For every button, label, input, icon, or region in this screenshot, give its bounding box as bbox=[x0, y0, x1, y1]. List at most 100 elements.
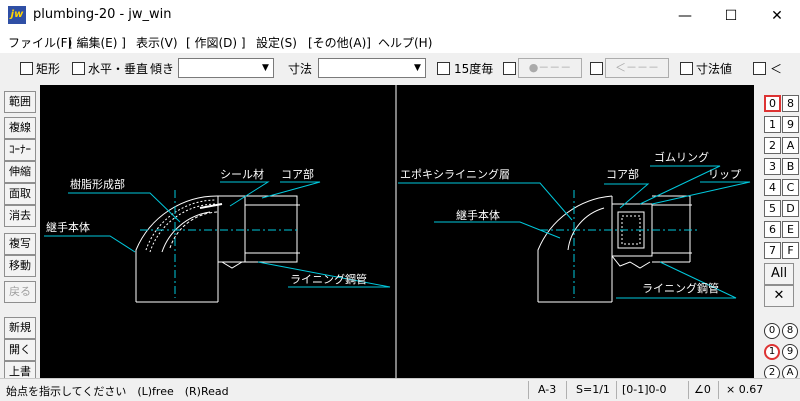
layer-f[interactable]: F bbox=[782, 242, 799, 259]
maximize-icon: ☐ bbox=[724, 7, 738, 24]
label-rubber: ゴムリング bbox=[654, 150, 709, 164]
tool-open[interactable]: 開く bbox=[4, 339, 36, 361]
arrow-checkbox[interactable] bbox=[590, 62, 603, 75]
status-bar: 始点を指示してください (L)free (R)Read A-3 S=1/1 [0… bbox=[0, 378, 800, 401]
layer-9[interactable]: 9 bbox=[782, 116, 799, 133]
menu-view[interactable]: 表示(V) bbox=[136, 34, 178, 51]
minimize-icon: — bbox=[678, 7, 692, 24]
label-epoxy: エポキシライニング層 bbox=[400, 167, 510, 181]
deg15-label: 15度毎 bbox=[454, 62, 494, 76]
label-resin: 樹脂形成部 bbox=[70, 177, 125, 191]
label-seal: シール材 bbox=[220, 167, 264, 181]
status-scale[interactable]: S=1/1 bbox=[576, 383, 610, 396]
layer-3[interactable]: 3 bbox=[764, 158, 781, 175]
tool-new[interactable]: 新規 bbox=[4, 317, 36, 339]
deg15-checkbox[interactable] bbox=[437, 62, 450, 75]
tool-move[interactable]: 移動 bbox=[4, 255, 36, 277]
status-layer[interactable]: [0-1]0-0 bbox=[622, 383, 667, 396]
cad-drawing: 樹脂形成部 シール材 コア部 継手本体 ライニング鋼管 エポキシライニング層 ゴ… bbox=[44, 85, 751, 378]
left-tool-palette: 範囲 複線 ｺｰﾅｰ 伸縮 面取 消去 複写 移動 戻る 新規 開く 上書 bbox=[0, 85, 38, 383]
lt-label: ＜ bbox=[770, 62, 783, 76]
tool-range[interactable]: 範囲 bbox=[4, 91, 36, 113]
chevron-down-icon: ▼ bbox=[414, 63, 421, 73]
title-bar: jw plumbing-20 - jw_win — ☐ ✕ bbox=[0, 0, 800, 31]
status-paper[interactable]: A-3 bbox=[538, 383, 556, 396]
tool-corner[interactable]: ｺｰﾅｰ bbox=[4, 139, 36, 161]
group-0[interactable]: 0 bbox=[764, 323, 780, 339]
group-8[interactable]: 8 bbox=[782, 323, 798, 339]
group-9[interactable]: 9 bbox=[782, 344, 798, 360]
menu-bar: ファイル(F) [ 編集(E) ] 表示(V) [ 作図(D) ] 設定(S) … bbox=[0, 31, 800, 53]
tool-chamfer[interactable]: 面取 bbox=[4, 183, 36, 205]
close-icon: ✕ bbox=[771, 7, 783, 24]
menu-file[interactable]: ファイル(F) bbox=[8, 34, 72, 51]
layer-b[interactable]: B bbox=[782, 158, 799, 175]
status-separator bbox=[616, 381, 617, 399]
label-pipe-left: ライニング鋼管 bbox=[290, 272, 367, 286]
label-lip: リップ bbox=[708, 168, 741, 181]
layer-4[interactable]: 4 bbox=[764, 179, 781, 196]
rect-label: 矩形 bbox=[36, 62, 61, 76]
status-message: 始点を指示してください (L)free (R)Read bbox=[6, 385, 229, 398]
tool-parallel[interactable]: 複線 bbox=[4, 117, 36, 139]
close-button[interactable]: ✕ bbox=[754, 0, 800, 31]
lt-checkbox[interactable] bbox=[753, 62, 766, 75]
left-elbow-figure bbox=[135, 195, 300, 303]
drawing-canvas[interactable]: 樹脂形成部 シール材 コア部 継手本体 ライニング鋼管 エポキシライニング層 ゴ… bbox=[40, 85, 754, 378]
label-body-right: 継手本体 bbox=[456, 208, 500, 222]
layer-6[interactable]: 6 bbox=[764, 221, 781, 238]
layer-0[interactable]: 0 bbox=[764, 95, 781, 112]
layer-1[interactable]: 1 bbox=[764, 116, 781, 133]
layer-5[interactable]: 5 bbox=[764, 200, 781, 217]
right-layer-palette: 0 8 1 9 2 A 3 B 4 C 5 D 6 E 7 F All ✕ 0 … bbox=[756, 85, 800, 381]
dim-label: 寸法 bbox=[288, 62, 313, 76]
window-title: plumbing-20 - jw_win bbox=[33, 7, 172, 22]
layer-d[interactable]: D bbox=[782, 200, 799, 217]
tilt-label: 傾き bbox=[150, 62, 175, 76]
tool-stretch[interactable]: 伸縮 bbox=[4, 161, 36, 183]
label-pipe-right: ライニング鋼管 bbox=[642, 281, 719, 295]
status-separator bbox=[718, 381, 719, 399]
menu-draw[interactable]: [ 作図(D) ] bbox=[186, 34, 246, 51]
left-labels: 樹脂形成部 シール材 コア部 継手本体 ライニング鋼管 bbox=[46, 167, 367, 286]
dim-combo[interactable]: ▼ bbox=[318, 58, 426, 78]
option-toolbar: 矩形 水平・垂直 傾き ▼ 寸法 ▼ 15度毎 ●－－－ ＜－－－ 寸法値 ＜ bbox=[0, 53, 800, 83]
layer-all-button[interactable]: All bbox=[764, 263, 794, 285]
tilt-combo[interactable]: ▼ bbox=[178, 58, 274, 78]
hv-checkbox[interactable] bbox=[72, 62, 85, 75]
tool-erase[interactable]: 消去 bbox=[4, 205, 36, 227]
dimval-label: 寸法値 bbox=[696, 62, 733, 76]
chevron-down-icon: ▼ bbox=[262, 63, 269, 73]
menu-help[interactable]: ヘルプ(H) bbox=[378, 34, 432, 51]
dimval-checkbox[interactable] bbox=[680, 62, 693, 75]
layer-a[interactable]: A bbox=[782, 137, 799, 154]
arrow-line-button[interactable]: ＜－－－ bbox=[605, 58, 669, 78]
menu-settings[interactable]: 設定(S) bbox=[256, 34, 297, 51]
menu-edit[interactable]: [ 編集(E) ] bbox=[68, 34, 126, 51]
label-core-left: コア部 bbox=[281, 167, 314, 181]
rect-checkbox[interactable] bbox=[20, 62, 33, 75]
hv-label: 水平・垂直 bbox=[88, 62, 149, 76]
layer-c[interactable]: C bbox=[782, 179, 799, 196]
status-separator bbox=[566, 381, 567, 399]
dot-line-button[interactable]: ●－－－ bbox=[518, 58, 582, 78]
label-body-left: 継手本体 bbox=[46, 220, 90, 234]
maximize-button[interactable]: ☐ bbox=[708, 0, 754, 31]
dot-checkbox[interactable] bbox=[503, 62, 516, 75]
group-1[interactable]: 1 bbox=[764, 344, 780, 360]
status-separator bbox=[688, 381, 689, 399]
layer-7[interactable]: 7 bbox=[764, 242, 781, 259]
layer-2[interactable]: 2 bbox=[764, 137, 781, 154]
menu-other[interactable]: [その他(A)] bbox=[308, 34, 371, 51]
label-core-right: コア部 bbox=[606, 167, 639, 181]
layer-cross-button[interactable]: ✕ bbox=[764, 285, 794, 307]
tool-undo[interactable]: 戻る bbox=[4, 281, 36, 303]
layer-8[interactable]: 8 bbox=[782, 95, 799, 112]
tool-copy[interactable]: 複写 bbox=[4, 233, 36, 255]
minimize-button[interactable]: — bbox=[662, 0, 708, 31]
status-zoom[interactable]: × 0.67 bbox=[726, 383, 763, 396]
layer-e[interactable]: E bbox=[782, 221, 799, 238]
app-icon: jw bbox=[8, 6, 26, 24]
status-angle[interactable]: ∠0 bbox=[694, 383, 711, 396]
status-separator bbox=[528, 381, 529, 399]
